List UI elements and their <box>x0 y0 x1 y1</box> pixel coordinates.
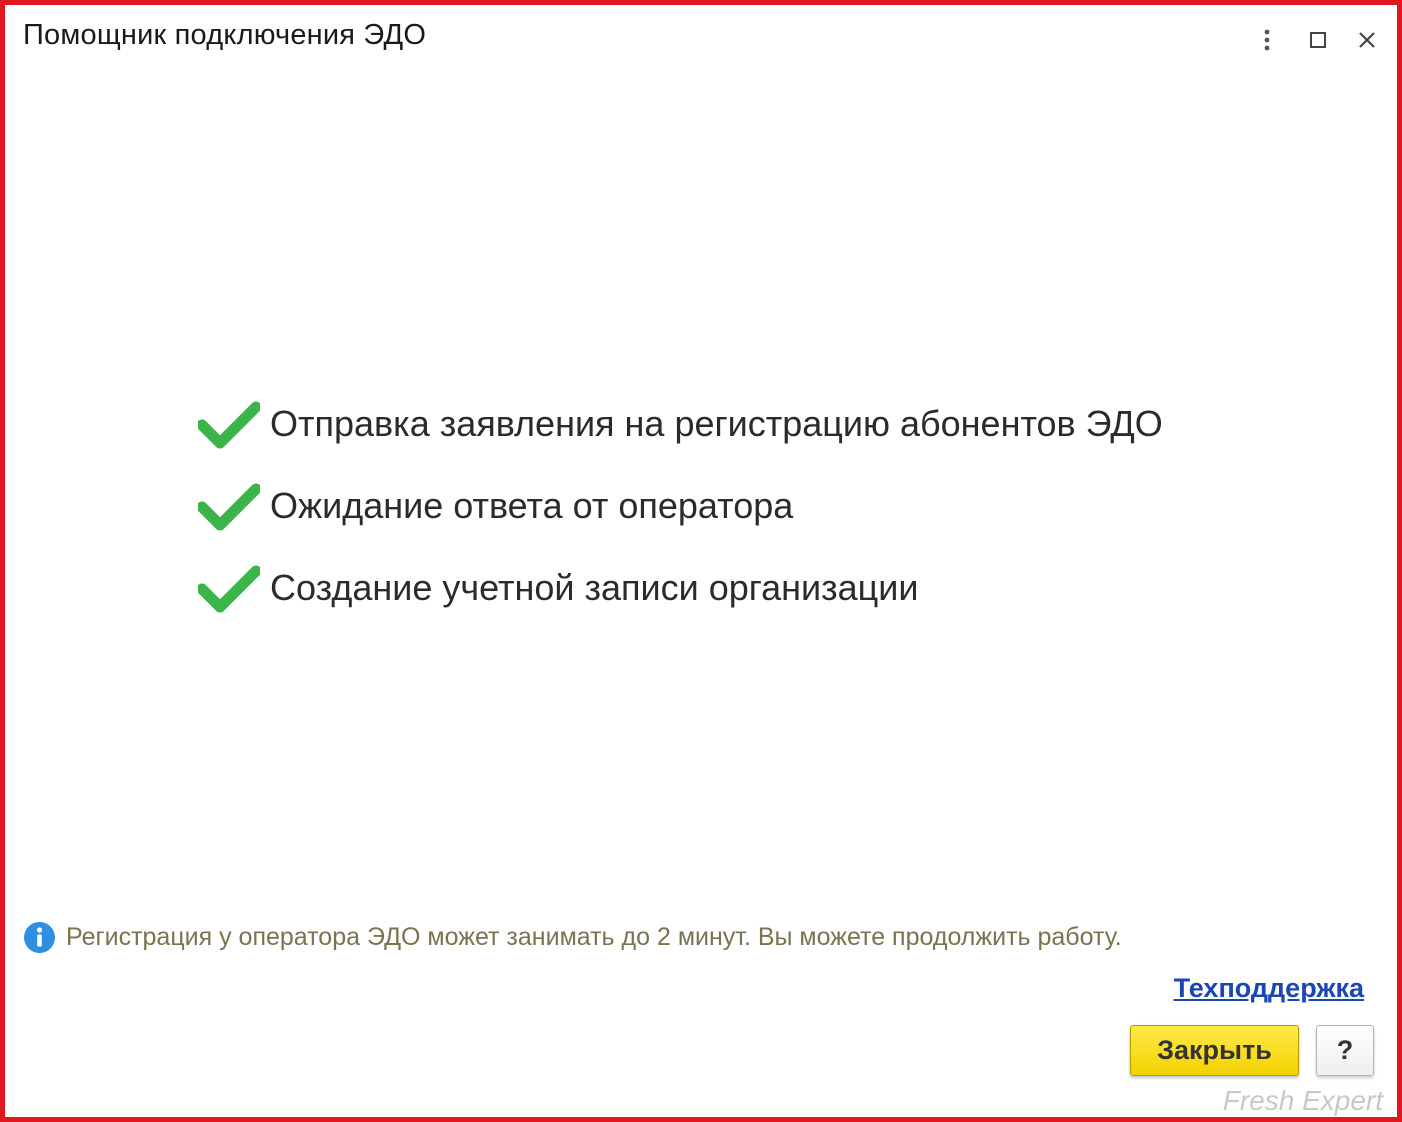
step-label: Ожидание ответа от оператора <box>270 485 794 526</box>
help-button[interactable]: ? <box>1316 1025 1374 1076</box>
connection-wizard-window: Помощник подключения ЭДО Отправка заявле… <box>0 0 1402 1122</box>
info-icon <box>24 922 55 953</box>
step-label: Создание учетной записи организации <box>270 567 919 608</box>
progress-steps: Отправка заявления на регистрацию абонен… <box>198 383 1163 629</box>
step-item: Ожидание ответа от оператора <box>198 465 1163 547</box>
window-title: Помощник подключения ЭДО <box>23 19 427 51</box>
info-text: Регистрация у оператора ЭДО может занима… <box>66 923 1122 951</box>
support-link[interactable]: Техподдержка <box>1174 973 1364 1004</box>
close-icon[interactable] <box>1352 25 1382 55</box>
info-message: Регистрация у оператора ЭДО может занима… <box>23 921 1122 954</box>
checkmark-icon <box>198 483 260 531</box>
step-item: Создание учетной записи организации <box>198 547 1163 629</box>
maximize-icon[interactable] <box>1303 25 1333 55</box>
close-button[interactable]: Закрыть <box>1130 1025 1299 1076</box>
more-vertical-icon[interactable] <box>1252 25 1282 55</box>
step-item: Отправка заявления на регистрацию абонен… <box>198 383 1163 465</box>
watermark: Fresh Expert <box>1222 1085 1383 1116</box>
checkmark-icon <box>198 565 260 613</box>
step-label: Отправка заявления на регистрацию абонен… <box>270 403 1163 444</box>
checkmark-icon <box>198 401 260 449</box>
